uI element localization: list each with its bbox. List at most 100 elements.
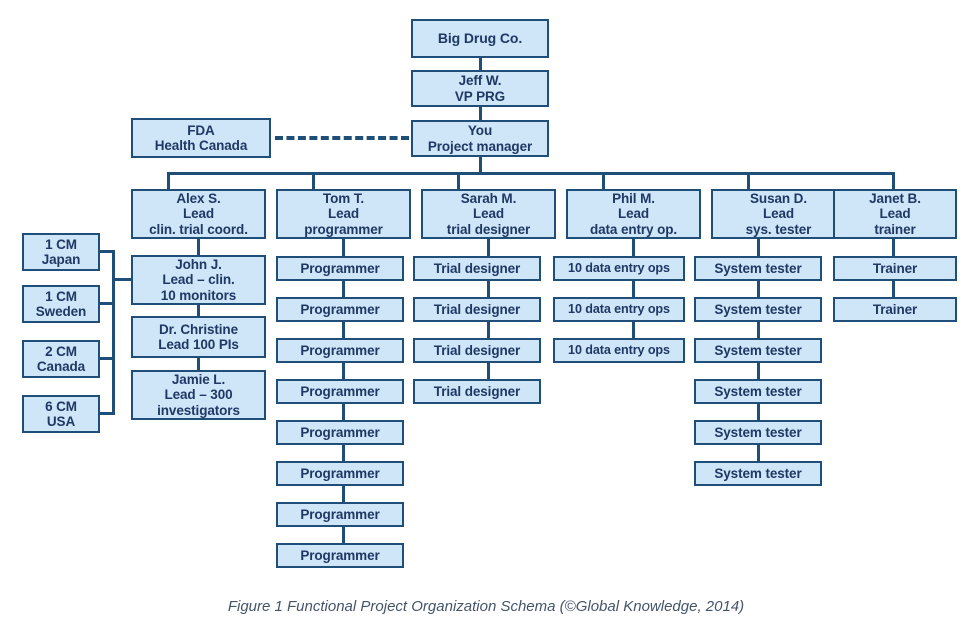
node-label: Trial designer: [415, 384, 539, 399]
node-label: 6 CM USA: [24, 399, 98, 429]
node-line-2: Lead – 300: [164, 387, 233, 403]
node-label: John J. Lead – clin. 10 monitors: [133, 257, 264, 302]
node-line-2: Sweden: [35, 304, 87, 319]
node-lead-sarah-m[interactable]: Sarah M. Lead trial designer: [421, 189, 556, 239]
connector-bus-drop-6: [892, 172, 895, 189]
node-line-1: Trial designer: [433, 301, 521, 317]
node-report-data-entry-ops-3[interactable]: 10 data entry ops: [553, 338, 685, 363]
node-label: FDA Health Canada: [133, 123, 269, 153]
node-report-programmer-1[interactable]: Programmer: [276, 256, 404, 281]
connector-col2-6: [342, 486, 345, 502]
connector-col5-4: [757, 404, 760, 420]
node-project-manager[interactable]: You Project manager: [411, 120, 549, 157]
node-line-2: Lead: [327, 206, 360, 222]
node-big-drug-co[interactable]: Big Drug Co.: [411, 19, 549, 58]
connector-bus-drop-2: [312, 172, 315, 189]
node-report-trial-designer-3[interactable]: Trial designer: [413, 338, 541, 363]
node-lead-phil-m[interactable]: Phil M. Lead data entry op.: [566, 189, 701, 239]
node-report-programmer-5[interactable]: Programmer: [276, 420, 404, 445]
node-label: Programmer: [278, 466, 402, 481]
node-lead-alex-s[interactable]: Alex S. Lead clin. trial coord.: [131, 189, 266, 239]
node-report-trial-designer-1[interactable]: Trial designer: [413, 256, 541, 281]
node-line-2: Lead: [472, 206, 505, 222]
node-fda-health-canada[interactable]: FDA Health Canada: [131, 118, 271, 158]
node-label: Programmer: [278, 343, 402, 358]
node-line-1: Trainer: [872, 260, 918, 276]
node-report-system-tester-5[interactable]: System tester: [694, 420, 822, 445]
node-label: Programmer: [278, 302, 402, 317]
node-report-trainer-2[interactable]: Trainer: [833, 297, 957, 322]
node-report-trial-designer-2[interactable]: Trial designer: [413, 297, 541, 322]
node-line-3: clin. trial coord.: [149, 221, 248, 237]
node-line-1: Tom T.: [322, 191, 365, 207]
node-label: Tom T. Lead programmer: [278, 191, 409, 236]
node-label: Sarah M. Lead trial designer: [423, 191, 554, 236]
node-label: Big Drug Co.: [413, 30, 547, 47]
node-line-1: Programmer: [300, 260, 380, 276]
node-label: System tester: [696, 425, 820, 440]
node-line-1: Susan D.: [750, 191, 807, 207]
connector-company-to-vp: [478, 58, 482, 70]
node-report-trial-designer-4[interactable]: Trial designer: [413, 379, 541, 404]
node-report-trainer-1[interactable]: Trainer: [833, 256, 957, 281]
node-line-1: Jeff W.: [458, 73, 502, 89]
node-line-1: System tester: [714, 342, 802, 358]
node-line-2: Project manager: [427, 138, 533, 154]
node-report-programmer-7[interactable]: Programmer: [276, 502, 404, 527]
node-line-1: 10 data entry ops: [568, 302, 670, 317]
node-line-3: programmer: [304, 221, 383, 237]
node-cm-canada[interactable]: 2 CM Canada: [22, 340, 100, 378]
node-report-data-entry-ops-1[interactable]: 10 data entry ops: [553, 256, 685, 281]
connector-cm-vertical-bus: [112, 250, 115, 415]
node-report-system-tester-1[interactable]: System tester: [694, 256, 822, 281]
node-line-1: You: [467, 123, 493, 139]
node-report-jamie-l[interactable]: Jamie L. Lead – 300 investigators: [131, 370, 266, 420]
node-report-programmer-8[interactable]: Programmer: [276, 543, 404, 568]
connector-vp-to-pm: [478, 107, 482, 120]
node-line-1: 6 CM: [45, 398, 77, 414]
node-label: Jamie L. Lead – 300 investigators: [133, 372, 264, 417]
node-line-1: Trial designer: [433, 260, 521, 276]
node-line-1: Jamie L.: [171, 372, 226, 388]
node-line-1: 1 CM: [45, 236, 77, 252]
node-label: 2 CM Canada: [24, 344, 98, 374]
node-report-data-entry-ops-2[interactable]: 10 data entry ops: [553, 297, 685, 322]
connector-col1-1: [197, 305, 200, 316]
node-line-1: System tester: [714, 383, 802, 399]
connector-bus-drop-5: [747, 172, 750, 189]
node-report-programmer-6[interactable]: Programmer: [276, 461, 404, 486]
node-report-system-tester-4[interactable]: System tester: [694, 379, 822, 404]
node-lead-tom-t[interactable]: Tom T. Lead programmer: [276, 189, 411, 239]
node-lead-janet-b[interactable]: Janet B. Lead trainer: [833, 189, 957, 239]
node-line-1: Programmer: [300, 424, 380, 440]
node-line-3: sys. tester: [745, 221, 812, 237]
node-line-1: 10 data entry ops: [568, 261, 670, 276]
node-vp-prg[interactable]: Jeff W. VP PRG: [411, 70, 549, 107]
node-label: Janet B. Lead trainer: [835, 191, 955, 236]
node-report-system-tester-3[interactable]: System tester: [694, 338, 822, 363]
connector-col2-1: [342, 281, 345, 297]
node-report-john-j[interactable]: John J. Lead – clin. 10 monitors: [131, 255, 266, 305]
node-label: Alex S. Lead clin. trial coord.: [133, 191, 264, 236]
node-line-2: Health Canada: [154, 138, 248, 153]
node-line-1: System tester: [714, 424, 802, 440]
node-label: Programmer: [278, 507, 402, 522]
node-label: Programmer: [278, 548, 402, 563]
node-line-1: Phil M.: [612, 191, 655, 207]
node-label: Trial designer: [415, 302, 539, 317]
node-line-3: investigators: [157, 402, 240, 418]
node-line-1: Trainer: [872, 301, 918, 317]
node-cm-japan[interactable]: 1 CM Japan: [22, 233, 100, 271]
node-cm-usa[interactable]: 6 CM USA: [22, 395, 100, 433]
connector-col1-2: [197, 358, 200, 370]
node-report-programmer-4[interactable]: Programmer: [276, 379, 404, 404]
node-report-programmer-2[interactable]: Programmer: [276, 297, 404, 322]
connector-col5-1: [757, 281, 760, 297]
node-report-dr-christine[interactable]: Dr. Christine Lead 100 PIs: [131, 316, 266, 358]
node-report-system-tester-2[interactable]: System tester: [694, 297, 822, 322]
node-label: Trainer: [835, 302, 955, 317]
node-report-system-tester-6[interactable]: System tester: [694, 461, 822, 486]
node-lead-susan-d[interactable]: Susan D. Lead sys. tester: [711, 189, 846, 239]
node-cm-sweden[interactable]: 1 CM Sweden: [22, 285, 100, 323]
node-report-programmer-3[interactable]: Programmer: [276, 338, 404, 363]
